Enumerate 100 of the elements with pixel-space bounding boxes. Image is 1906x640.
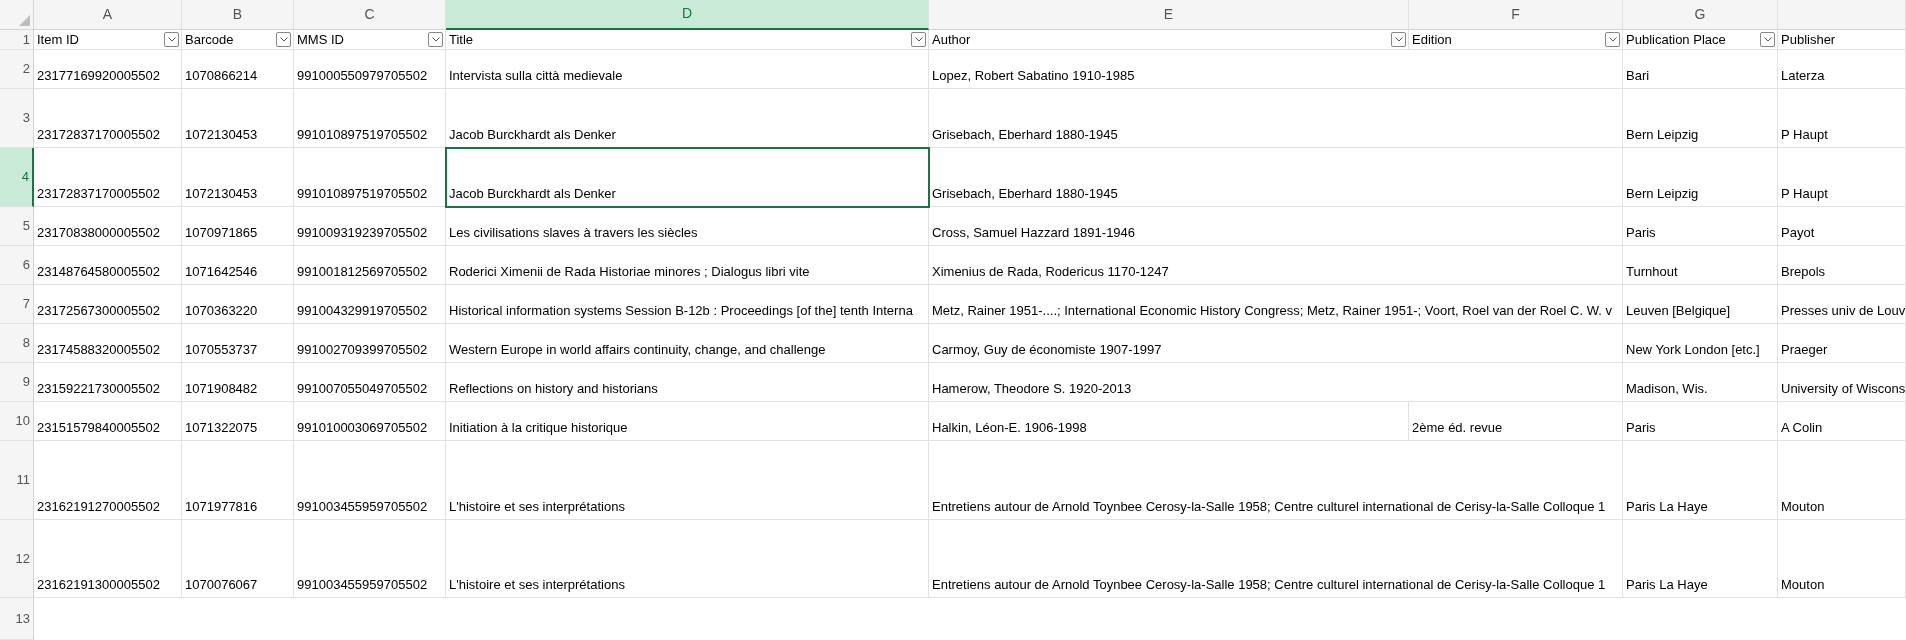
table-cell-text: 991000550979705502 xyxy=(297,66,428,85)
column-header: Item ID xyxy=(37,30,79,49)
table-cell-text: L'histoire et ses interprétations xyxy=(449,575,625,594)
table-cell-text: 2ème éd. revue xyxy=(1412,418,1503,437)
table-cell-text: Cross, Samuel Hazzard 1891-1946 xyxy=(932,223,1136,242)
table-cell-text: 23148764580005502 xyxy=(37,262,160,281)
table-cell-text: Metz, Rainer 1951-....; International Economic History Congress; Metz, Rainer 1951-; Voort, Roel van der Roel C. W. v xyxy=(932,301,1612,320)
table-cell-text: Mouton xyxy=(1781,497,1825,516)
column-header: Edition xyxy=(1412,30,1452,49)
filter-dropdown-button[interactable] xyxy=(1760,32,1775,47)
filter-dropdown-button[interactable] xyxy=(1605,32,1620,47)
row-number[interactable]: 7 xyxy=(0,285,34,324)
column-letter[interactable]: G xyxy=(1623,0,1778,30)
table-cell-text: 23172837170005502 xyxy=(37,184,160,203)
row-number[interactable]: 5 xyxy=(0,207,34,246)
table-cell-text: Western Europe in world affairs continuity, change, and challenge xyxy=(449,340,826,359)
row-number[interactable]: 8 xyxy=(0,324,34,363)
table-cell-text: Leuven [Belgique] xyxy=(1626,301,1731,320)
table-cell-text: Paris La Haye xyxy=(1626,497,1708,516)
column-header: MMS ID xyxy=(297,30,344,49)
table-cell-text: 23159221730005502 xyxy=(37,379,160,398)
table-cell-text: 991010003069705502 xyxy=(297,418,428,437)
row-number[interactable]: 10 xyxy=(0,402,34,441)
row-number[interactable]: 6 xyxy=(0,246,34,285)
column-letter[interactable]: C xyxy=(294,0,446,30)
table-cell-text: Les civilisations slaves à travers les siècles xyxy=(449,223,698,242)
table-cell-text: Jacob Burckhardt als Denker xyxy=(449,184,616,203)
table-cell-text: Praeger xyxy=(1781,340,1828,359)
column-letter[interactable]: F xyxy=(1409,0,1623,30)
table-cell-text: Roderici Ximenii de Rada Historiae minores ; Dialogus libri vite xyxy=(449,262,810,281)
table-cell-text: 1071908482 xyxy=(185,379,258,398)
table-cell-text: New York London [etc.] xyxy=(1626,340,1760,359)
table-cell-text: Mouton xyxy=(1781,575,1825,594)
table-cell-text: 1070363220 xyxy=(185,301,258,320)
table-cell-text: 23170838000005502 xyxy=(37,223,160,242)
table-cell-text: Carmoy, Guy de économiste 1907-1997 xyxy=(932,340,1162,359)
table-cell-text: 991010897519705502 xyxy=(297,184,428,203)
table-cell-text: Laterza xyxy=(1781,66,1825,85)
column-header: Publication Place xyxy=(1626,30,1726,49)
table-cell-text: 1071642546 xyxy=(185,262,258,281)
table-cell-text: Entretiens autour de Arnold Toynbee Cerosy-la-Salle 1958; Centre culturel international de Cerisy-la-Salle Colloque 1 xyxy=(932,575,1606,594)
table-cell-text: 991009319239705502 xyxy=(297,223,428,242)
table-cell-text: Grisebach, Eberhard 1880-1945 xyxy=(932,184,1118,203)
filter-dropdown-button[interactable] xyxy=(164,32,179,47)
caret-icon xyxy=(1763,37,1772,42)
table-cell-text: Paris xyxy=(1626,223,1656,242)
table-cell-text: 991010897519705502 xyxy=(297,125,428,144)
row-number[interactable]: 9 xyxy=(0,363,34,402)
filter-dropdown-button[interactable] xyxy=(1391,32,1406,47)
row-number[interactable]: 2 xyxy=(0,50,34,89)
table-cell-text: 1070076067 xyxy=(185,575,258,594)
table-cell-text: 991003455959705502 xyxy=(297,497,428,516)
table-cell-text: 1072130453 xyxy=(185,125,258,144)
row-number[interactable]: 4 xyxy=(0,148,34,207)
filter-dropdown-button[interactable] xyxy=(911,32,926,47)
column-header: Title xyxy=(449,30,474,49)
filter-dropdown-button[interactable] xyxy=(428,32,443,47)
table-cell-text: 1070866214 xyxy=(185,66,258,85)
table-cell-text: 23151579840005502 xyxy=(37,418,160,437)
column-letter[interactable]: D xyxy=(446,0,929,30)
column-letter[interactable]: E xyxy=(929,0,1409,30)
table-cell-text: A Colin xyxy=(1781,418,1823,437)
table-cell-text: P Haupt xyxy=(1781,125,1828,144)
column-letter[interactable]: A xyxy=(34,0,182,30)
table-cell-text: Payot xyxy=(1781,223,1815,242)
table-cell-text: 991002709399705502 xyxy=(297,340,428,359)
row-number[interactable]: 3 xyxy=(0,89,34,148)
table-cell-text: Reflections on history and historians xyxy=(449,379,658,398)
caret-icon xyxy=(914,37,923,42)
table-cell-text: 23177169920005502 xyxy=(37,66,160,85)
triangle-icon xyxy=(19,15,30,26)
table-cell-text: Grisebach, Eberhard 1880-1945 xyxy=(932,125,1118,144)
table-cell-text: 991004329919705502 xyxy=(297,301,428,320)
active-cell[interactable]: Jacob Burckhardt als Denker xyxy=(446,148,929,207)
table-cell-text: Historical information systems Session B-12b : Proceedings [of the] tenth Interna xyxy=(449,301,913,320)
table-cell-text: 23172567300005502 xyxy=(37,301,160,320)
row-number[interactable]: 11 xyxy=(0,441,34,520)
table-cell-text: P Haupt xyxy=(1781,184,1828,203)
table-cell-text: Halkin, Léon-E. 1906-1998 xyxy=(932,418,1087,437)
table-cell-text: 1071322075 xyxy=(185,418,258,437)
table-cell-text: Jacob Burckhardt als Denker xyxy=(449,125,616,144)
table-cell-text: Lopez, Robert Sabatino 1910-1985 xyxy=(932,66,1135,85)
column-letter[interactable]: B xyxy=(182,0,294,30)
table-cell-text: Ximenius de Rada, Rodericus 1170-1247 xyxy=(932,262,1169,281)
row-number[interactable]: 1 xyxy=(0,30,34,50)
table-cell-text: 991001812569705502 xyxy=(297,262,428,281)
table-cell-text: 1072130453 xyxy=(185,184,258,203)
caret-icon xyxy=(279,37,288,42)
row-number[interactable]: 13 xyxy=(0,598,34,640)
table-cell-text: Turnhout xyxy=(1626,262,1678,281)
table-cell-text: 991007055049705502 xyxy=(297,379,428,398)
table-cell-text: 1071977816 xyxy=(185,497,258,516)
column-header: Author xyxy=(932,30,971,49)
table-cell-text: Bern Leipzig xyxy=(1626,125,1699,144)
caret-icon xyxy=(167,37,176,42)
table-cell-text: 1070971865 xyxy=(185,223,258,242)
table-cell-text: Presses univ de Louv xyxy=(1781,301,1905,320)
filter-dropdown-button[interactable] xyxy=(276,32,291,47)
table-cell-text: University of Wiscons xyxy=(1781,379,1905,398)
row-number[interactable]: 12 xyxy=(0,520,34,598)
